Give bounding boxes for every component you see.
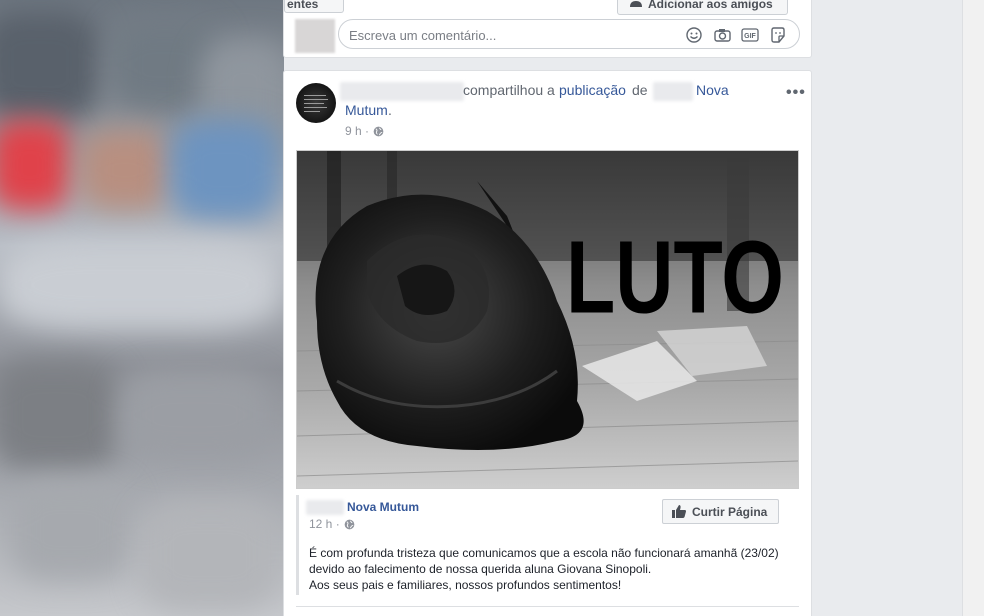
black-rose-image: LUTO bbox=[297, 151, 798, 488]
shared-text: compartilhou a bbox=[463, 82, 555, 98]
like-page-button[interactable]: Curtir Página bbox=[662, 499, 779, 524]
svg-text:GIF: GIF bbox=[744, 33, 756, 40]
post-text-line: É com profunda tristeza que comunicamos … bbox=[309, 546, 779, 560]
blurred-background bbox=[0, 0, 284, 616]
scrollbar[interactable] bbox=[962, 0, 984, 616]
comments-dropdown-label: entes bbox=[287, 0, 319, 11]
publication-link[interactable]: publicação bbox=[559, 82, 626, 98]
redacted-page-name bbox=[306, 500, 344, 515]
shared-page-name[interactable]: Nova Mutum bbox=[347, 500, 419, 514]
globe-icon bbox=[344, 519, 355, 529]
add-friend-button[interactable]: Adicionar aos amigos bbox=[617, 0, 788, 15]
gif-icon[interactable]: GIF bbox=[741, 26, 759, 43]
redacted-page-name bbox=[653, 82, 693, 101]
more-options-button[interactable]: ••• bbox=[786, 84, 806, 102]
post-time: 9 h · bbox=[345, 124, 370, 138]
camera-icon[interactable] bbox=[713, 26, 731, 43]
post-photo[interactable]: LUTO bbox=[296, 150, 799, 489]
sticker-icon[interactable] bbox=[769, 26, 787, 43]
shared-time: 12 h · bbox=[309, 517, 340, 531]
person-add-icon bbox=[630, 1, 642, 7]
post-text-line: devido ao falecimento de nossa querida a… bbox=[309, 562, 652, 576]
avatar[interactable] bbox=[296, 83, 336, 123]
of-text: de bbox=[632, 82, 648, 98]
previous-post-card: entes Adicionar aos amigos GIF bbox=[283, 0, 812, 58]
redacted-user-name bbox=[340, 82, 464, 101]
comments-dropdown[interactable]: entes bbox=[284, 0, 344, 13]
page-name-link-cont[interactable]: Mutum bbox=[345, 102, 388, 118]
comment-input[interactable] bbox=[349, 26, 659, 44]
page-name-link[interactable]: Nova bbox=[696, 82, 729, 98]
post-timestamp[interactable]: 9 h · bbox=[345, 124, 384, 138]
shared-post-divider bbox=[296, 495, 299, 595]
avatar bbox=[295, 19, 335, 53]
shared-timestamp[interactable]: 12 h · bbox=[309, 517, 355, 531]
like-page-label: Curtir Página bbox=[692, 504, 768, 519]
period: . bbox=[388, 102, 392, 118]
luto-text: LUTO bbox=[566, 219, 784, 334]
add-friend-label: Adicionar aos amigos bbox=[648, 0, 773, 11]
thumbs-up-icon bbox=[672, 505, 686, 518]
post-text-line: Aos seus pais e familiares, nossos profu… bbox=[309, 578, 622, 592]
globe-icon bbox=[373, 126, 384, 136]
divider bbox=[296, 606, 799, 607]
right-gutter bbox=[812, 0, 984, 616]
emoji-icon[interactable] bbox=[685, 26, 703, 43]
comment-box[interactable]: GIF bbox=[338, 19, 800, 49]
post-text: É com profunda tristeza que comunicamos … bbox=[309, 545, 799, 593]
